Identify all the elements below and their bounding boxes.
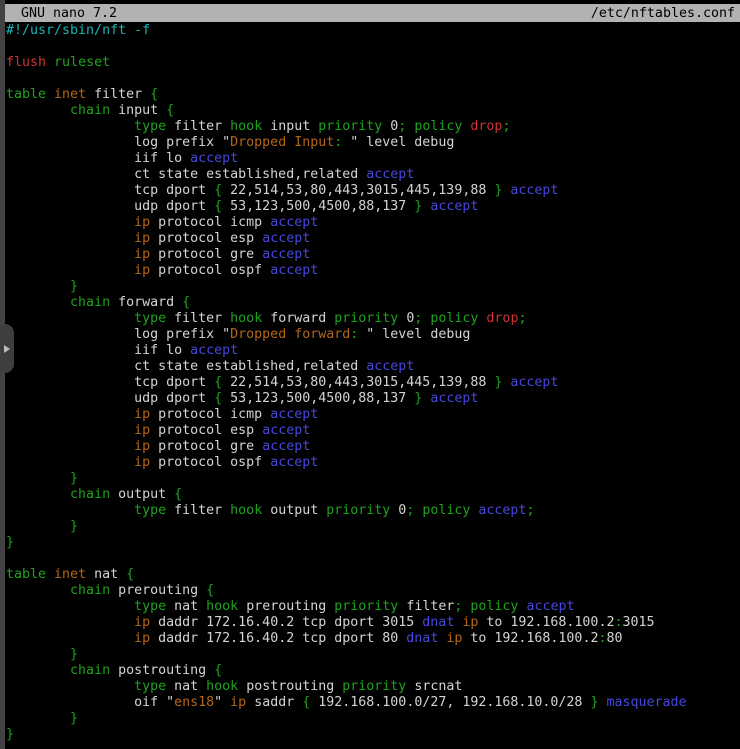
code-line: type nat hook prerouting priority filter… — [6, 599, 740, 615]
code-line: table inet filter { — [6, 87, 740, 103]
code-line: type filter hook input priority 0; polic… — [6, 119, 740, 135]
code-line: } — [6, 279, 740, 295]
code-line: chain prerouting { — [6, 583, 740, 599]
editor-content[interactable]: #!/usr/sbin/nft -f flush ruleset table ine… — [6, 23, 740, 749]
code-line: flush ruleset — [6, 55, 740, 71]
side-panel-toggle-button[interactable] — [0, 324, 14, 373]
code-line: tcp dport { 22,514,53,80,443,3015,445,13… — [6, 375, 740, 391]
code-line: udp dport { 53,123,500,4500,88,137 } acc… — [6, 199, 740, 215]
code-line: } — [6, 471, 740, 487]
code-line: #!/usr/sbin/nft -f — [6, 23, 740, 39]
code-line: ip protocol esp accept — [6, 423, 740, 439]
code-line: ip daddr 172.16.40.2 tcp dport 3015 dnat… — [6, 615, 740, 631]
open-file-path: /etc/nftables.conf — [591, 6, 735, 21]
code-line: log prefix "Dropped forward: " level deb… — [6, 327, 740, 343]
code-line — [6, 551, 740, 567]
code-line: ip protocol ospf accept — [6, 455, 740, 471]
code-line: type filter hook output priority 0; poli… — [6, 503, 740, 519]
code-line: chain input { — [6, 103, 740, 119]
code-line: } — [6, 727, 740, 743]
code-line: } — [6, 711, 740, 727]
code-line: chain output { — [6, 487, 740, 503]
code-line — [6, 71, 740, 87]
code-line: iif lo accept — [6, 151, 740, 167]
nano-app-version: GNU nano 7.2 — [21, 6, 117, 21]
code-line: ct state established,related accept — [6, 359, 740, 375]
code-line: } — [6, 535, 740, 551]
code-line: } — [6, 647, 740, 663]
code-line: iif lo accept — [6, 343, 740, 359]
code-line: ct state established,related accept — [6, 167, 740, 183]
code-line: oif "ens18" ip saddr { 192.168.100.0/27,… — [6, 695, 740, 711]
code-line: log prefix "Dropped Input: " level debug — [6, 135, 740, 151]
code-line: table inet nat { — [6, 567, 740, 583]
code-line: tcp dport { 22,514,53,80,443,3015,445,13… — [6, 183, 740, 199]
side-panel-edge-strip — [0, 0, 5, 749]
code-line: ip protocol icmp accept — [6, 407, 740, 423]
code-line: udp dport { 53,123,500,4500,88,137 } acc… — [6, 391, 740, 407]
code-line: ip protocol gre accept — [6, 247, 740, 263]
code-line: type nat hook postrouting priority srcna… — [6, 679, 740, 695]
code-line: ip protocol esp accept — [6, 231, 740, 247]
chevron-right-icon — [4, 345, 10, 353]
nano-titlebar: GNU nano 7.2 /etc/nftables.conf — [5, 4, 740, 22]
code-line: } — [6, 519, 740, 535]
code-line: ip protocol ospf accept — [6, 263, 740, 279]
code-line: chain forward { — [6, 295, 740, 311]
code-line: ip protocol gre accept — [6, 439, 740, 455]
code-line — [6, 39, 740, 55]
code-line: ip daddr 172.16.40.2 tcp dport 80 dnat i… — [6, 631, 740, 647]
code-line: type filter hook forward priority 0; pol… — [6, 311, 740, 327]
code-line: chain postrouting { — [6, 663, 740, 679]
code-line: ip protocol icmp accept — [6, 215, 740, 231]
